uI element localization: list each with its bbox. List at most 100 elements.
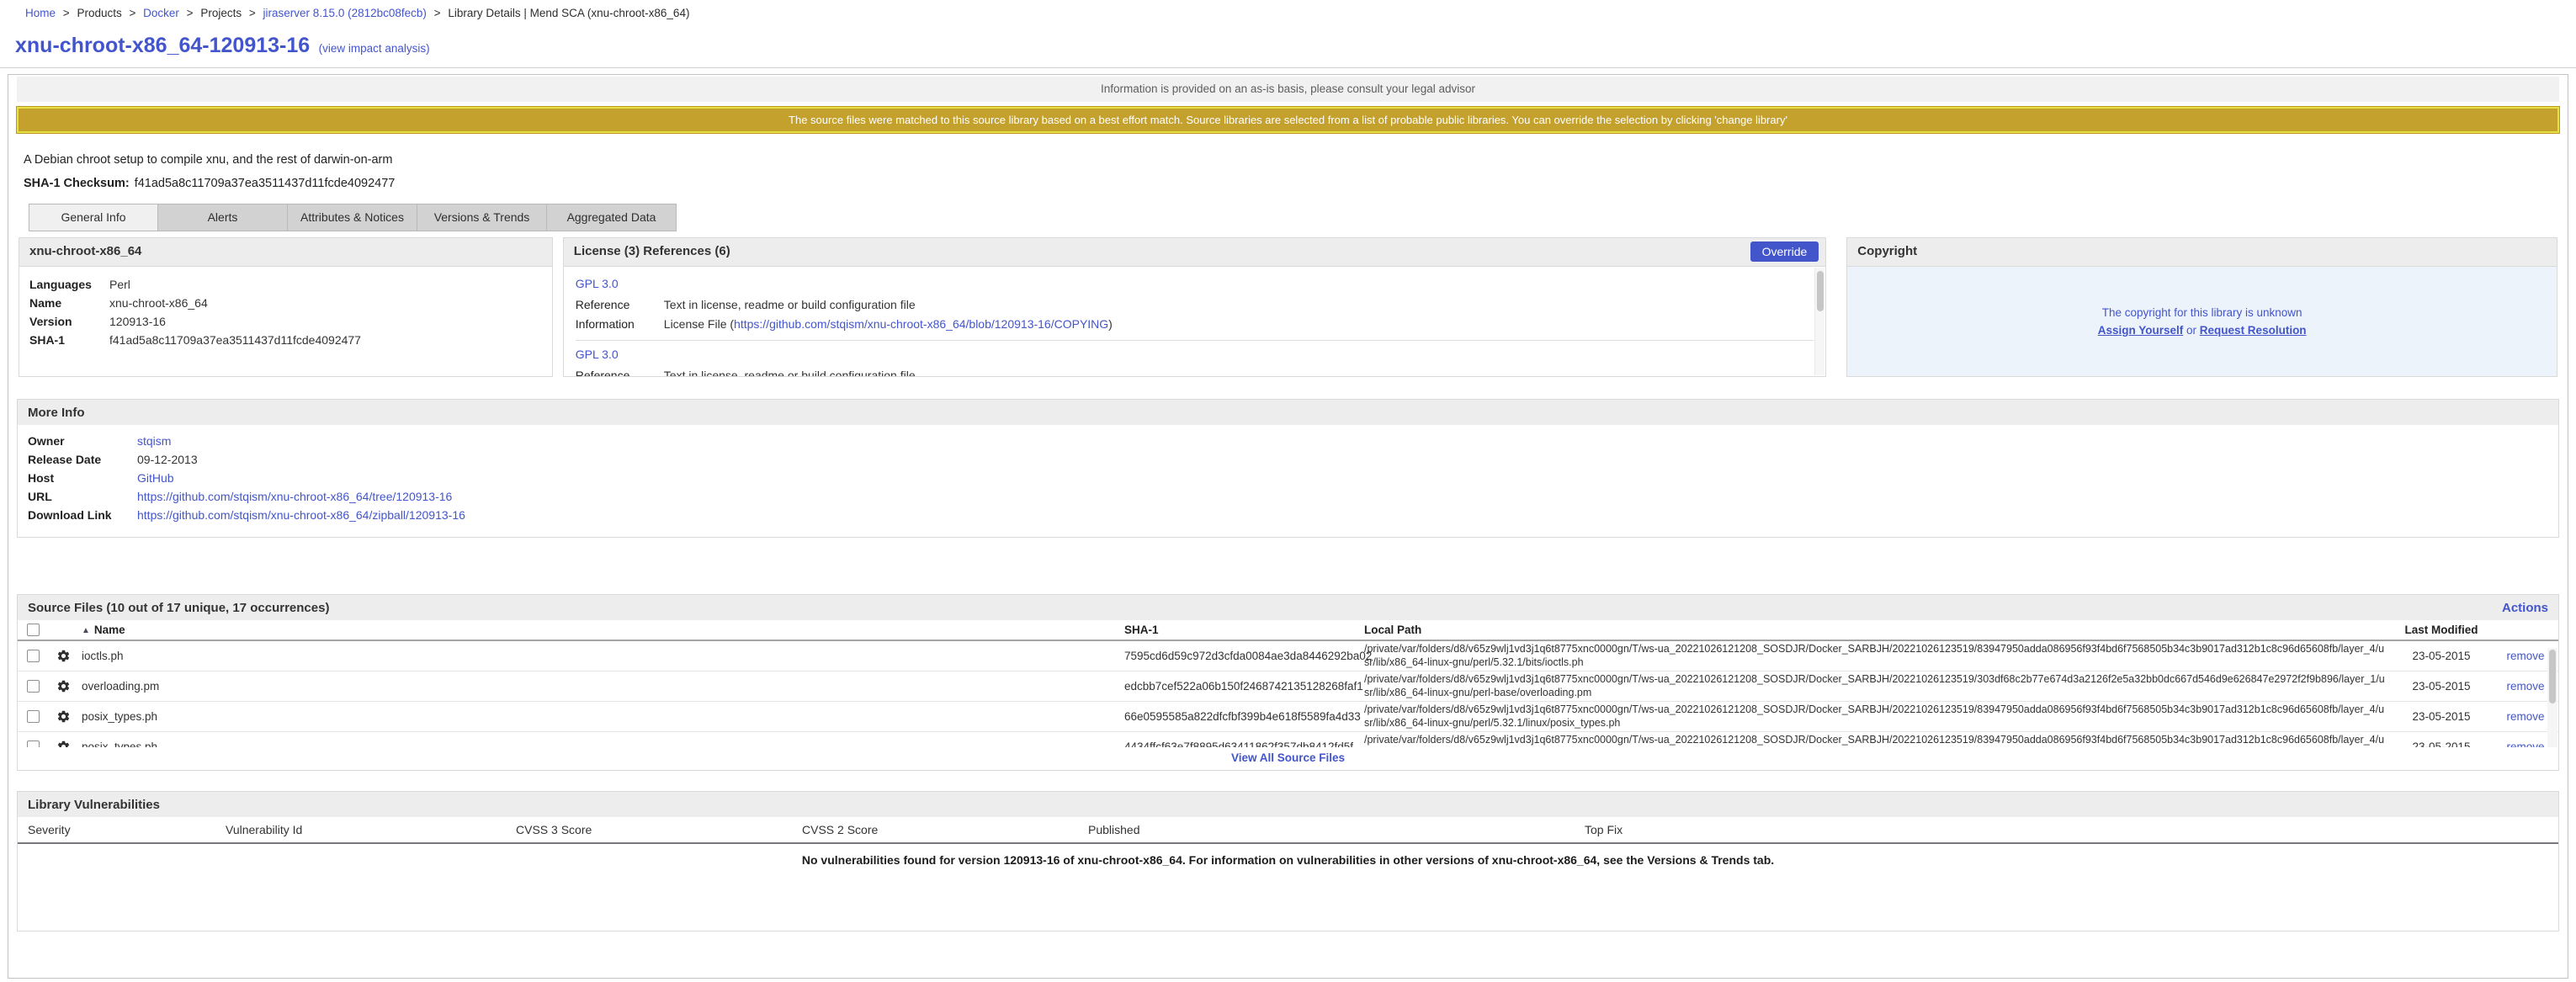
file-name: overloading.pm xyxy=(78,680,1124,693)
gear-icon[interactable] xyxy=(56,649,71,663)
row-checkbox[interactable] xyxy=(27,680,40,693)
remove-link[interactable]: remove xyxy=(2506,680,2544,693)
tab-attributes-notices[interactable]: Attributes & Notices xyxy=(288,204,417,231)
file-local-path: /private/var/folders/d8/v65z9wlj1vd3j1q6… xyxy=(1364,643,2387,669)
table-row: overloading.pm edcbb7cef522a06b150f24687… xyxy=(18,671,2558,702)
file-last-modified: 23-05-2015 xyxy=(2387,710,2496,723)
more-info-row-url: URL https://github.com/stqism/xnu-chroot… xyxy=(28,490,2548,503)
license-panel-title: License (3) References (6) xyxy=(574,244,730,258)
source-files-scrollbar-thumb[interactable] xyxy=(2549,650,2556,703)
view-impact-analysis-link[interactable]: (view impact analysis) xyxy=(319,42,430,55)
file-local-path: /private/var/folders/d8/v65z9wlj1vd3j1q6… xyxy=(1364,734,2387,747)
no-vulnerabilities-message: No vulnerabilities found for version 120… xyxy=(18,853,2558,867)
license-file-link[interactable]: https://github.com/stqism/xnu-chroot-x86… xyxy=(734,317,1108,331)
license-name-link[interactable]: GPL 3.0 xyxy=(576,277,1814,290)
library-description: A Debian chroot setup to compile xnu, an… xyxy=(17,153,2559,167)
request-resolution-link[interactable]: Request Resolution xyxy=(2200,324,2307,337)
breadcrumb-docker[interactable]: Docker xyxy=(143,7,179,19)
source-match-warning-banner: The source files were matched to this so… xyxy=(17,107,2559,133)
breadcrumb-separator: > xyxy=(249,7,256,19)
breadcrumb-current: Library Details | Mend SCA (xnu-chroot-x… xyxy=(448,7,689,19)
library-row-sha1: SHA-1 f41ad5a8c11709a37ea3511437d11fcde4… xyxy=(29,333,542,347)
source-files-scrollbar[interactable] xyxy=(2547,648,2557,747)
more-info-title: More Info xyxy=(18,400,2558,425)
host-link[interactable]: GitHub xyxy=(137,471,174,485)
remove-link[interactable]: remove xyxy=(2506,650,2544,662)
file-sha1: 7595cd6d59c972d3cfda0084ae3da8446292ba02 xyxy=(1124,650,1364,662)
table-row: posix_types.ph 4434ffcf63e7f8895d6341186… xyxy=(18,732,2558,747)
column-header-last-modified[interactable]: Last Modified xyxy=(2387,624,2496,636)
library-vulnerabilities-section: Library Vulnerabilities Severity Vulnera… xyxy=(17,791,2559,932)
column-header-cvss3-score: CVSS 3 Score xyxy=(516,823,802,836)
column-header-sha1[interactable]: SHA-1 xyxy=(1124,624,1364,636)
select-all-checkbox[interactable] xyxy=(27,624,40,636)
breadcrumb-separator: > xyxy=(187,7,194,19)
breadcrumb-projects: Projects xyxy=(200,7,242,19)
gear-icon[interactable] xyxy=(56,709,71,724)
tab-alerts[interactable]: Alerts xyxy=(158,204,288,231)
license-reference-row: Reference Text in license, readme or bui… xyxy=(576,369,1814,376)
breadcrumb-separator: > xyxy=(129,7,135,19)
page-title: xnu-chroot-x86_64-120913-16 xyxy=(15,34,310,57)
tab-general-info[interactable]: General Info xyxy=(29,204,158,231)
library-row-version: Version 120913-16 xyxy=(29,315,542,328)
row-checkbox[interactable] xyxy=(27,740,40,747)
tab-aggregated-data[interactable]: Aggregated Data xyxy=(547,204,677,231)
tab-bar: General Info Alerts Attributes & Notices… xyxy=(17,204,2559,231)
legal-info-banner: Information is provided on an as-is basi… xyxy=(17,77,2559,102)
file-last-modified: 23-05-2015 xyxy=(2387,680,2496,693)
owner-link[interactable]: stqism xyxy=(137,434,171,448)
copyright-panel-title: Copyright xyxy=(1847,238,2557,267)
file-sha1: edcbb7cef522a06b150f2468742135128268faf1 xyxy=(1124,680,1364,693)
column-header-vulnerability-id: Vulnerability Id xyxy=(226,823,516,836)
more-info-row-release-date: Release Date 09-12-2013 xyxy=(28,453,2548,466)
column-header-published: Published xyxy=(1088,823,1585,836)
sha1-checksum-value: f41ad5a8c11709a37ea3511437d11fcde4092477 xyxy=(135,177,396,190)
more-info-section: More Info Owner stqism Release Date 09-1… xyxy=(17,399,2559,538)
license-reference-row: Reference Text in license, readme or bui… xyxy=(576,298,1814,311)
library-info-panel: xnu-chroot-x86_64 Languages Perl Name xn… xyxy=(19,237,553,377)
override-button[interactable]: Override xyxy=(1750,242,1819,262)
sha1-checksum-label: SHA-1 Checksum: xyxy=(24,177,130,190)
column-header-top-fix: Top Fix xyxy=(1585,823,2558,836)
row-checkbox[interactable] xyxy=(27,650,40,662)
row-checkbox[interactable] xyxy=(27,710,40,723)
sort-asc-icon: ▲ xyxy=(82,626,90,635)
source-files-table-header: ▲Name SHA-1 Local Path Last Modified xyxy=(18,620,2558,641)
license-scrollbar-thumb[interactable] xyxy=(1817,271,1824,311)
remove-link[interactable]: remove xyxy=(2506,710,2544,723)
file-name: posix_types.ph xyxy=(78,710,1124,723)
copyright-panel: Copyright The copyright for this library… xyxy=(1846,237,2557,377)
file-name: posix_types.ph xyxy=(78,740,1124,747)
breadcrumb-home[interactable]: Home xyxy=(25,7,56,19)
license-name-link[interactable]: GPL 3.0 xyxy=(576,348,1814,361)
column-header-name[interactable]: ▲Name xyxy=(78,624,1124,636)
library-panel-title: xnu-chroot-x86_64 xyxy=(19,238,552,267)
vulnerabilities-table-header: Severity Vulnerability Id CVSS 3 Score C… xyxy=(18,817,2558,844)
source-files-table-body: ioctls.ph 7595cd6d59c972d3cfda0084ae3da8… xyxy=(18,641,2558,747)
download-link[interactable]: https://github.com/stqism/xnu-chroot-x86… xyxy=(137,508,465,522)
copyright-or-text: or xyxy=(2186,324,2196,337)
file-sha1: 66e0595585a822dfcfbf399b4e618f5589fa4d33 xyxy=(1124,710,1364,723)
breadcrumb-separator: > xyxy=(63,7,70,19)
gear-icon[interactable] xyxy=(56,679,71,693)
source-files-section: Source Files (10 out of 17 unique, 17 oc… xyxy=(17,594,2559,771)
assign-yourself-link[interactable]: Assign Yourself xyxy=(2098,324,2184,337)
license-panel: License (3) References (6) Override GPL … xyxy=(563,237,1827,377)
file-last-modified: 23-05-2015 xyxy=(2387,650,2496,662)
view-all-source-files-link[interactable]: View All Source Files xyxy=(1231,751,1345,764)
gear-icon[interactable] xyxy=(56,740,71,747)
column-header-severity: Severity xyxy=(28,823,226,836)
actions-link[interactable]: Actions xyxy=(2502,601,2548,615)
license-information-row: Information License File (https://github… xyxy=(576,317,1814,331)
breadcrumb-project-link[interactable]: jiraserver 8.15.0 (2812bc08fecb) xyxy=(263,7,427,19)
tab-versions-trends[interactable]: Versions & Trends xyxy=(417,204,547,231)
sha1-checksum-line: SHA-1 Checksum: f41ad5a8c11709a37ea351143… xyxy=(17,177,2559,190)
license-scrollbar[interactable] xyxy=(1814,268,1824,375)
library-row-name: Name xnu-chroot-x86_64 xyxy=(29,296,542,310)
file-name: ioctls.ph xyxy=(78,650,1124,662)
remove-link[interactable]: remove xyxy=(2506,740,2544,747)
column-header-local-path[interactable]: Local Path xyxy=(1364,624,2387,636)
library-url-link[interactable]: https://github.com/stqism/xnu-chroot-x86… xyxy=(137,490,452,503)
breadcrumb-separator: > xyxy=(434,7,441,19)
